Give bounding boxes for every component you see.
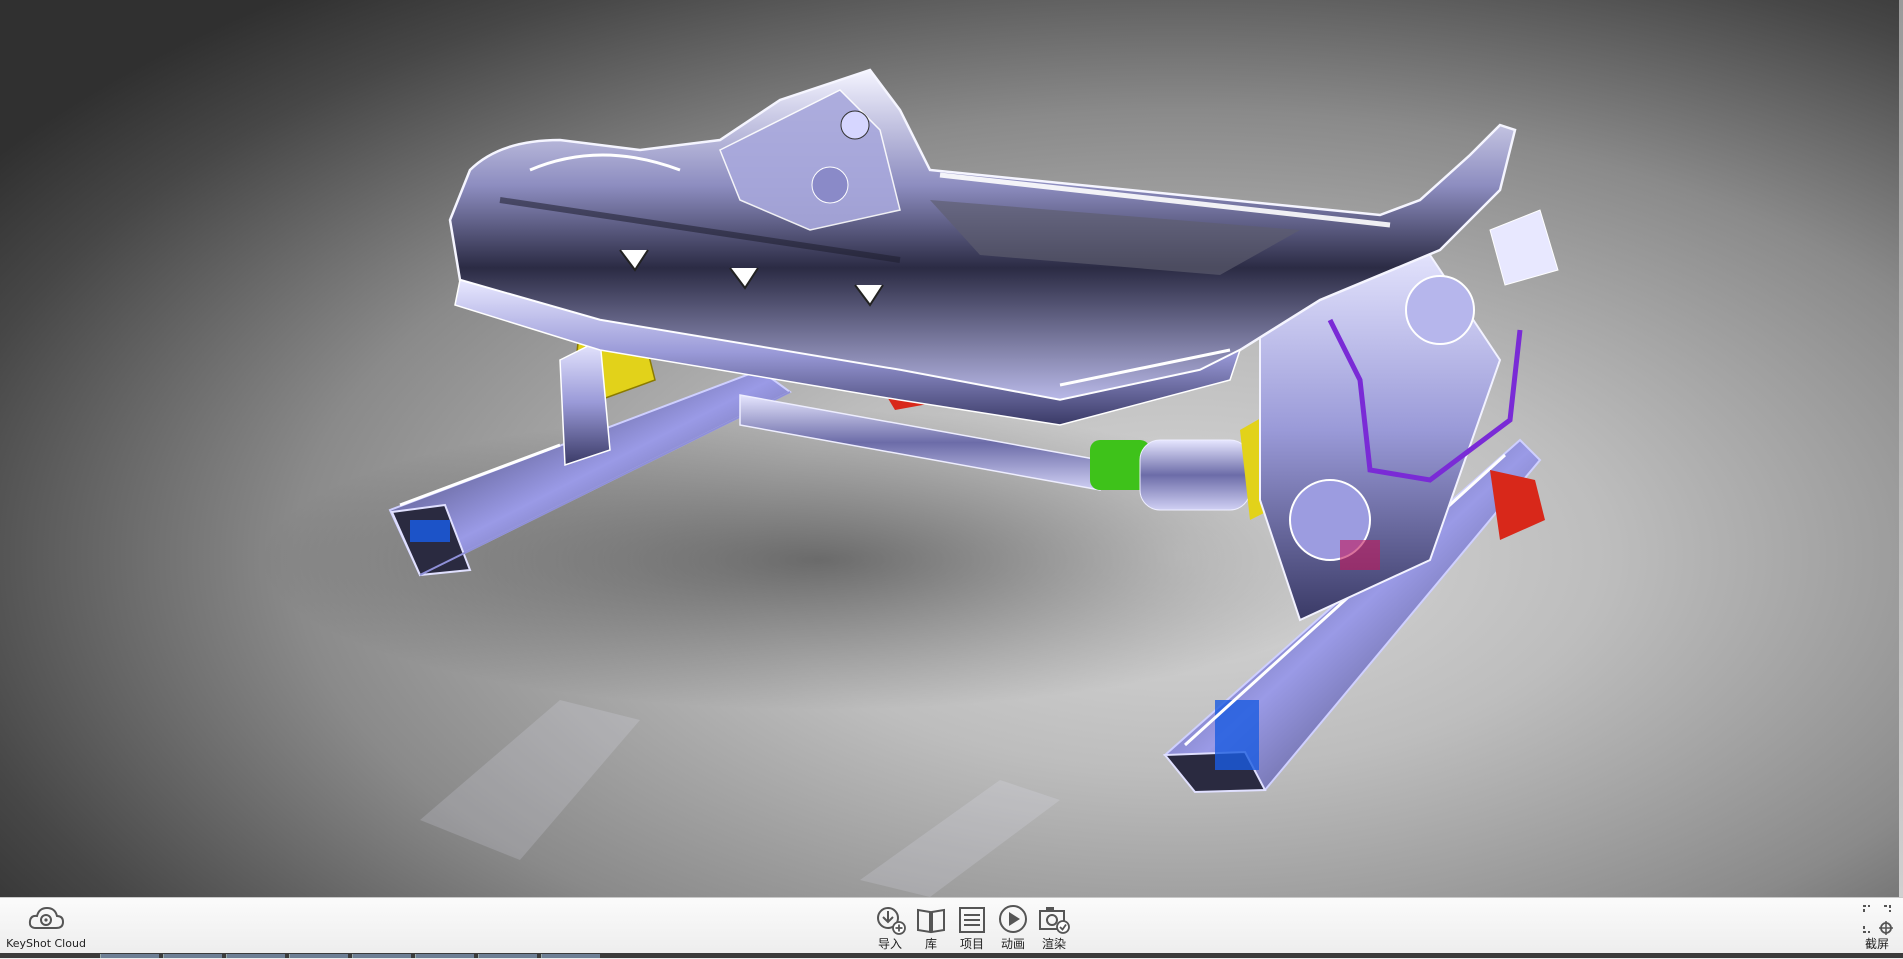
import-icon	[877, 907, 906, 935]
project-label: 项目	[959, 937, 984, 951]
taskbar-strip	[0, 953, 1903, 958]
project-list-icon	[959, 907, 985, 933]
taskbar-tab[interactable]	[163, 954, 222, 958]
screenshot-button[interactable]: 截屏	[1852, 902, 1902, 952]
taskbar-tab[interactable]	[289, 954, 348, 958]
animation-button[interactable]: 动画	[995, 902, 1031, 952]
taskbar-tab[interactable]	[226, 954, 285, 958]
render-label: 渲染	[1041, 937, 1066, 951]
taskbar-tab[interactable]	[100, 954, 159, 958]
library-label: 库	[924, 937, 937, 951]
screenshot-capture-icon	[1863, 905, 1893, 935]
animation-play-icon	[999, 905, 1027, 933]
library-book-icon	[917, 908, 945, 934]
import-button[interactable]: 导入	[872, 902, 908, 952]
import-label: 导入	[877, 937, 902, 951]
project-button[interactable]: 项目	[954, 902, 990, 952]
taskbar-tab[interactable]	[541, 954, 600, 958]
render-camera-icon	[1039, 907, 1070, 934]
taskbar-tab[interactable]	[415, 954, 474, 958]
floor-reflection	[420, 700, 1060, 897]
animation-label: 动画	[1000, 937, 1025, 951]
taskbar-tab[interactable]	[352, 954, 411, 958]
cloud-gear-icon	[28, 906, 65, 929]
screenshot-label: 截屏	[1864, 937, 1889, 951]
bottom-toolbar: KeyShot Cloud 导入 库 项目 动画 渲染 截屏	[0, 897, 1903, 959]
render-button[interactable]: 渲染	[1036, 902, 1072, 952]
keyshot-cloud-button[interactable]: KeyShot Cloud	[4, 902, 88, 952]
taskbar-tab[interactable]	[478, 954, 537, 958]
keyshot-cloud-label: KeyShot Cloud	[6, 937, 86, 950]
render-viewport[interactable]	[0, 0, 1903, 897]
library-button[interactable]: 库	[914, 902, 948, 952]
viewport-scrollbar-edge[interactable]	[1899, 0, 1903, 897]
seat-frame-render	[260, 68, 1559, 897]
